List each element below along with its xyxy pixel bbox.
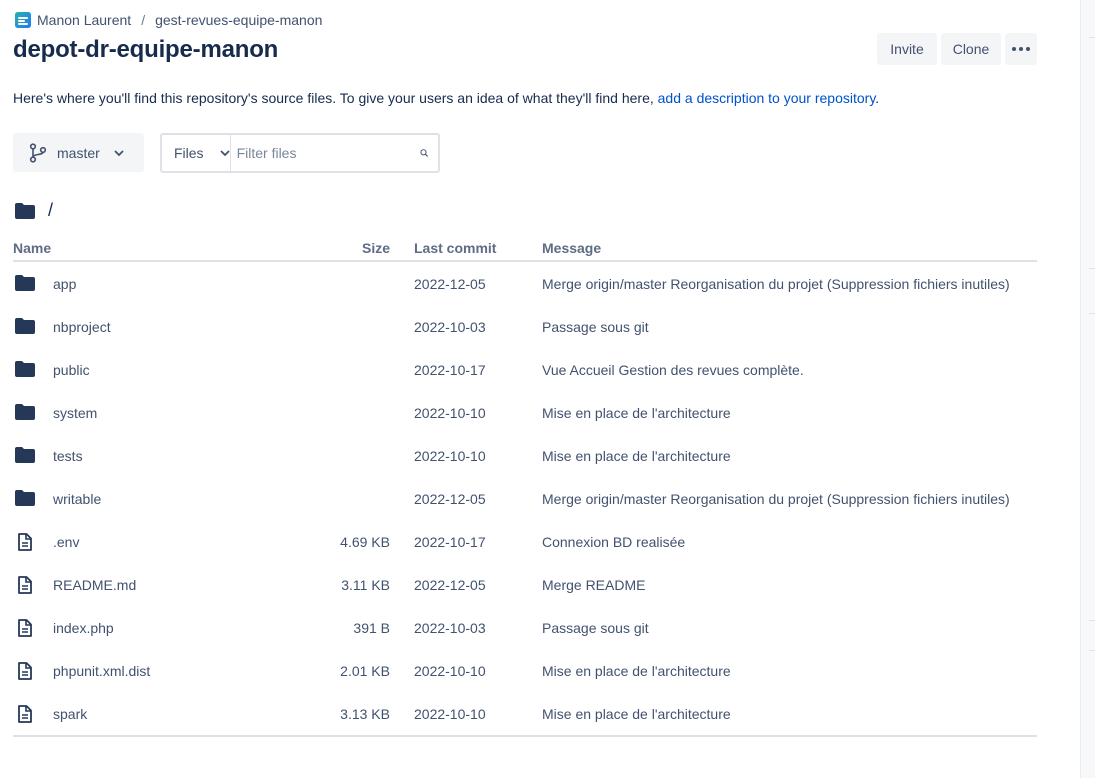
file-icon <box>14 618 36 641</box>
table-body: app 2022-12-05 Merge origin/master Reorgan… <box>13 262 1037 735</box>
table-row[interactable]: README.md 3.11 KB 2022-12-05 Merge README <box>13 563 1037 606</box>
table-row[interactable]: app 2022-12-05 Merge origin/master Reorgan… <box>13 262 1037 305</box>
invite-button[interactable]: Invite <box>877 33 937 65</box>
branch-selector[interactable]: master <box>13 133 144 172</box>
description-suffix: . <box>875 90 880 106</box>
file-filter: Files <box>160 133 440 173</box>
filter-mode-label: Files <box>174 145 204 161</box>
header-message[interactable]: Message <box>542 240 601 256</box>
folder-icon <box>14 360 36 381</box>
last-commit-date: 2022-12-05 <box>414 276 486 292</box>
file-name-link[interactable]: README.md <box>53 577 136 593</box>
table-row[interactable]: phpunit.xml.dist 2.01 KB 2022-10-10 Mise en… <box>13 649 1037 692</box>
file-size: 3.13 KB <box>340 706 390 722</box>
commit-message: Passage sous git <box>542 319 649 335</box>
header-name[interactable]: Name <box>13 240 51 256</box>
right-panel-edge <box>1080 0 1095 778</box>
file-size: 4.69 KB <box>340 534 390 550</box>
workspace-logo-icon <box>15 12 31 28</box>
file-name-link[interactable]: public <box>53 362 90 378</box>
branch-icon <box>29 142 47 163</box>
file-name-link[interactable]: .env <box>53 534 79 550</box>
commit-message: Merge README <box>542 577 646 593</box>
file-icon <box>14 661 36 684</box>
file-size: 391 B <box>353 620 390 636</box>
page-title: depot-dr-equipe-manon <box>13 36 279 63</box>
folder-icon <box>14 274 36 295</box>
table-header: Name Size Last commit Message <box>13 232 1037 262</box>
file-icon <box>14 575 36 598</box>
last-commit-date: 2022-10-17 <box>414 362 486 378</box>
breadcrumb-project[interactable]: gest-revues-equipe-manon <box>155 12 322 28</box>
table-row[interactable]: index.php 391 B 2022-10-03 Passage sous git <box>13 606 1037 649</box>
file-name-link[interactable]: writable <box>53 491 101 507</box>
commit-message: Mise en place de l'architecture <box>542 663 731 679</box>
file-icon <box>14 532 36 555</box>
breadcrumb-workspace[interactable]: Manon Laurent <box>37 12 131 28</box>
repo-description: Here's where you'll find this repository… <box>13 90 879 106</box>
table-row[interactable]: public 2022-10-17 Vue Accueil Gestion des … <box>13 348 1037 391</box>
table-row[interactable]: system 2022-10-10 Mise en place de l'archi… <box>13 391 1037 434</box>
repo-actions: Invite Clone <box>877 33 1037 65</box>
commit-message: Mise en place de l'architecture <box>542 706 731 722</box>
commit-message: Merge origin/master Reorganisation du pr… <box>542 491 1010 507</box>
folder-icon <box>14 317 36 338</box>
table-row[interactable]: writable 2022-12-05 Merge origin/master Re… <box>13 477 1037 520</box>
search-icon[interactable] <box>419 146 428 160</box>
last-commit-date: 2022-10-10 <box>414 405 486 421</box>
more-actions-button[interactable] <box>1005 33 1037 65</box>
file-icon <box>14 704 36 727</box>
commit-message: Mise en place de l'architecture <box>542 405 731 421</box>
commit-message: Merge origin/master Reorganisation du pr… <box>542 276 1010 292</box>
file-name-link[interactable]: index.php <box>53 620 114 636</box>
file-size: 3.11 KB <box>341 577 390 593</box>
last-commit-date: 2022-10-10 <box>414 706 486 722</box>
last-commit-date: 2022-10-03 <box>414 620 486 636</box>
last-commit-date: 2022-10-10 <box>414 448 486 464</box>
more-horizontal-icon <box>1012 47 1030 51</box>
table-row[interactable]: spark 3.13 KB 2022-10-10 Mise en place de l… <box>13 692 1037 735</box>
file-name-link[interactable]: tests <box>53 448 83 464</box>
table-row[interactable]: tests 2022-10-10 Mise en place de l'archit… <box>13 434 1037 477</box>
breadcrumb-separator: / <box>141 12 146 28</box>
current-path: / <box>14 200 53 221</box>
last-commit-date: 2022-10-17 <box>414 534 486 550</box>
chevron-down-icon <box>219 150 230 156</box>
file-table: Name Size Last commit Message app 2022-12… <box>13 232 1037 737</box>
path-text: / <box>48 200 54 220</box>
table-row[interactable]: nbproject 2022-10-03 Passage sous git <box>13 305 1037 348</box>
commit-message: Vue Accueil Gestion des revues complète. <box>542 362 804 378</box>
header-last-commit[interactable]: Last commit <box>414 240 496 256</box>
clone-button[interactable]: Clone <box>941 33 1001 65</box>
file-name-link[interactable]: system <box>53 405 97 421</box>
breadcrumb: Manon Laurent / gest-revues-equipe-manon <box>15 12 322 28</box>
table-bottom-border <box>13 735 1037 737</box>
last-commit-date: 2022-10-10 <box>414 663 486 679</box>
last-commit-date: 2022-10-03 <box>414 319 486 335</box>
filter-files-input[interactable] <box>230 134 420 172</box>
file-name-link[interactable]: app <box>53 276 76 292</box>
last-commit-date: 2022-12-05 <box>414 577 486 593</box>
file-name-link[interactable]: nbproject <box>53 319 111 335</box>
chevron-down-icon <box>114 149 124 156</box>
filter-mode-select[interactable]: Files <box>162 135 231 171</box>
file-size: 2.01 KB <box>340 663 390 679</box>
add-description-link[interactable]: add a description to your repository <box>658 90 876 106</box>
file-name-link[interactable]: spark <box>53 706 87 722</box>
folder-icon <box>14 489 36 510</box>
branch-label: master <box>57 144 100 161</box>
last-commit-date: 2022-12-05 <box>414 491 486 507</box>
header-size[interactable]: Size <box>362 240 390 256</box>
folder-icon <box>14 403 36 424</box>
folder-icon <box>14 446 36 467</box>
commit-message: Mise en place de l'architecture <box>542 448 731 464</box>
table-row[interactable]: .env 4.69 KB 2022-10-17 Connexion BD realis… <box>13 520 1037 563</box>
file-name-link[interactable]: phpunit.xml.dist <box>53 663 150 679</box>
commit-message: Passage sous git <box>542 620 649 636</box>
commit-message: Connexion BD realisée <box>542 534 686 550</box>
folder-icon <box>15 202 35 219</box>
description-text: Here's where you'll find this repository… <box>13 90 658 106</box>
